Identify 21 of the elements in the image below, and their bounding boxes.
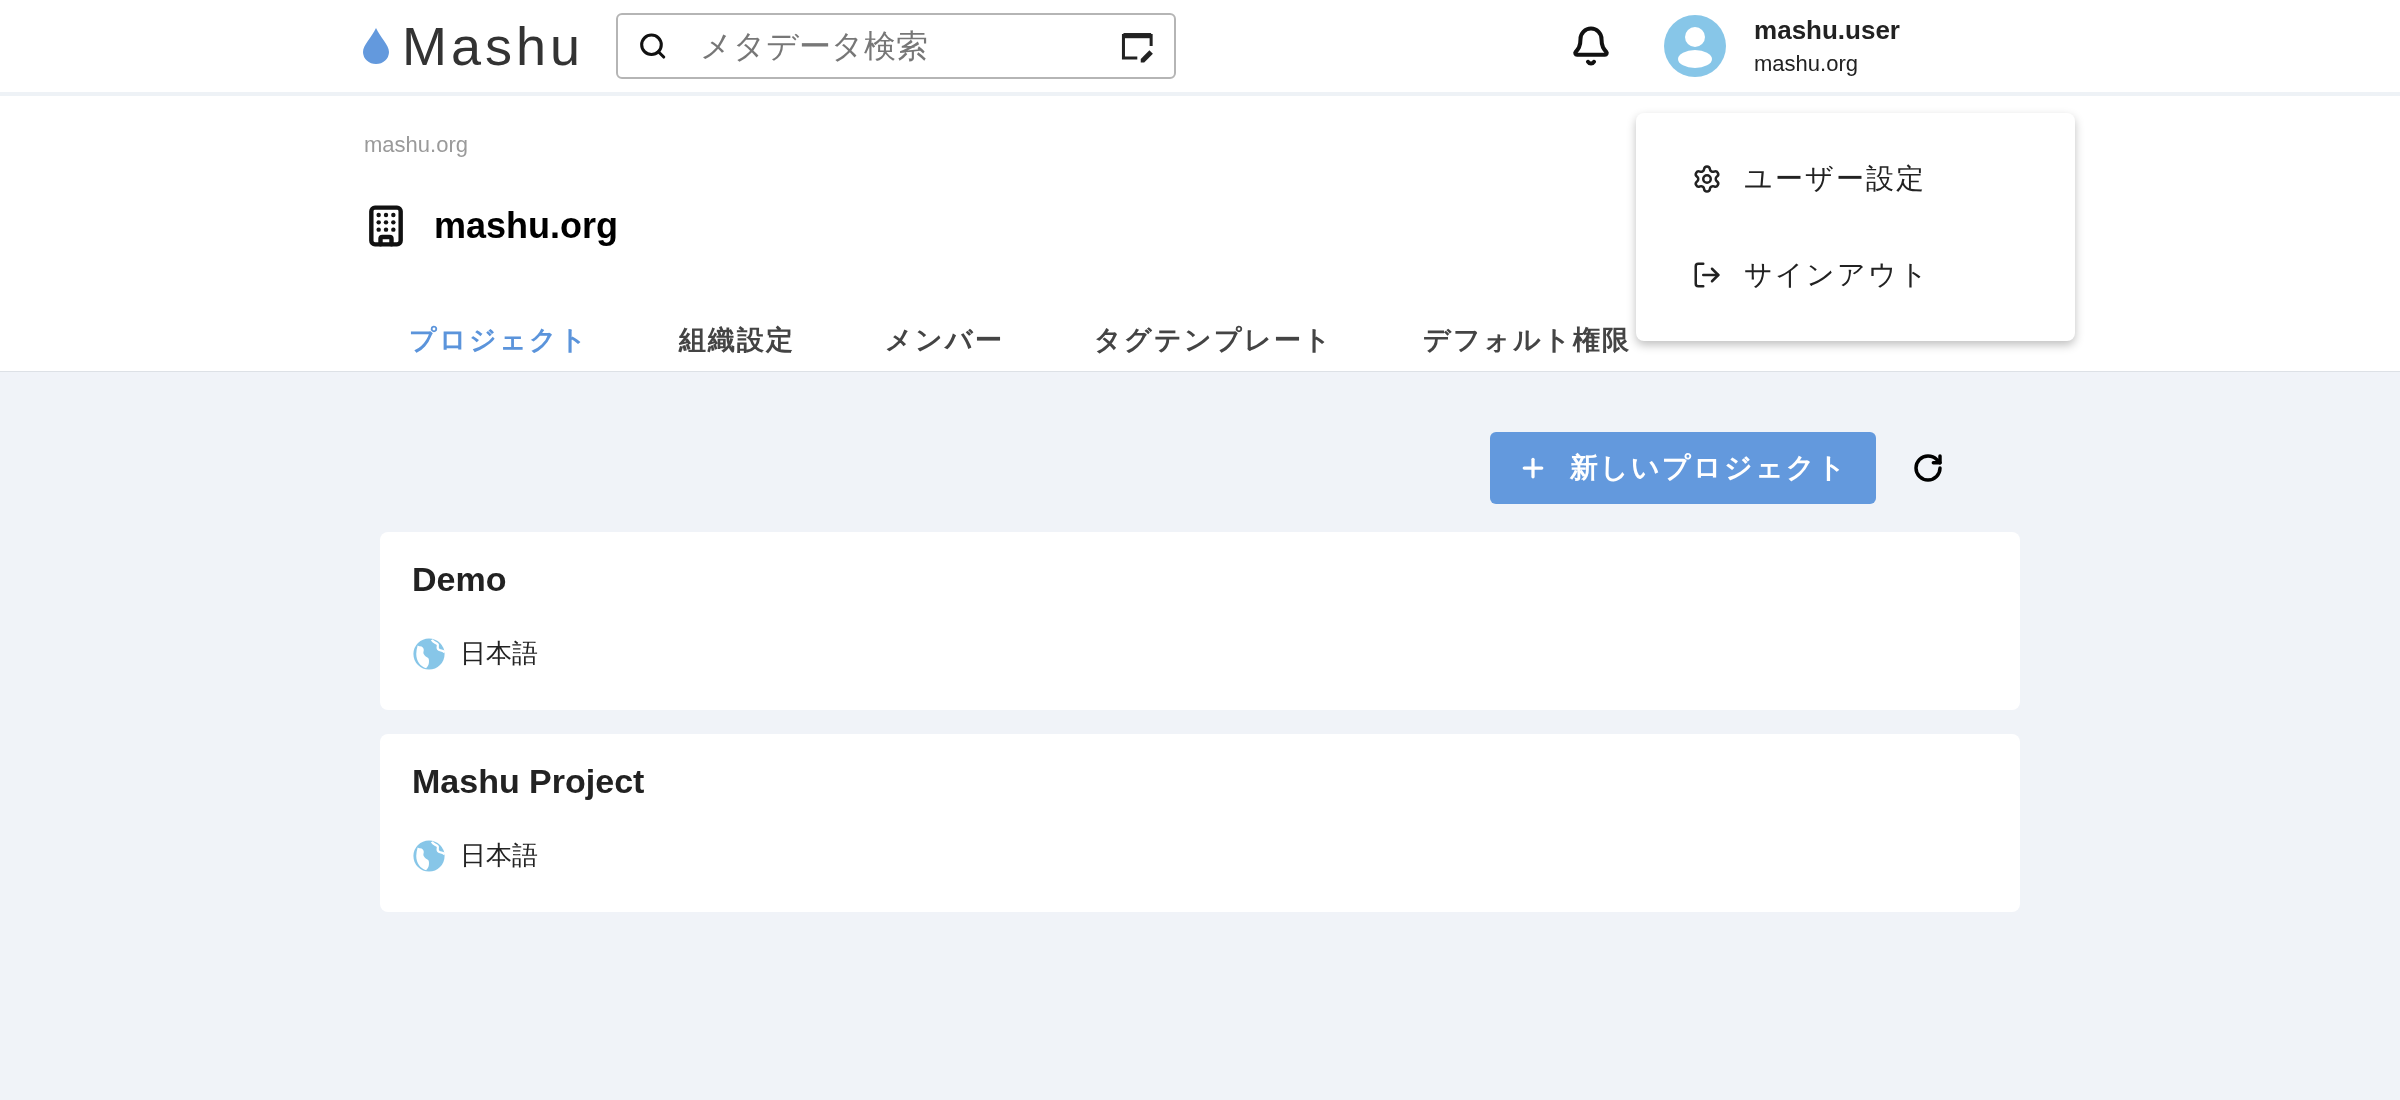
search-input[interactable]: メタデータ検索 (699, 22, 1120, 70)
project-name: Mashu Project (412, 764, 646, 798)
search-field[interactable]: メタデータ検索 (616, 13, 1177, 79)
project-card[interactable]: Demo 日本語 (380, 532, 2020, 710)
logo-text: Mashu (402, 19, 585, 73)
globe-icon (412, 838, 446, 873)
tab[interactable]: メンバー (840, 291, 1049, 371)
project-card[interactable]: Mashu Project 日本語 (380, 734, 2020, 912)
tab[interactable]: 組織設定 (634, 291, 840, 371)
sign-out-icon (1692, 260, 1722, 290)
user-name: mashu.user (1754, 17, 1900, 43)
globe-icon (412, 636, 446, 671)
org-title: mashu.org (434, 208, 619, 244)
user-org: mashu.org (1754, 53, 1859, 75)
project-language: 日本語 (460, 839, 538, 872)
drop-icon (362, 28, 390, 64)
refresh-icon (1912, 452, 1944, 484)
tab[interactable]: タグテンプレート (1049, 291, 1378, 371)
project-language: 日本語 (460, 637, 538, 670)
project-name: Demo (412, 562, 508, 596)
gear-icon (1692, 164, 1722, 194)
